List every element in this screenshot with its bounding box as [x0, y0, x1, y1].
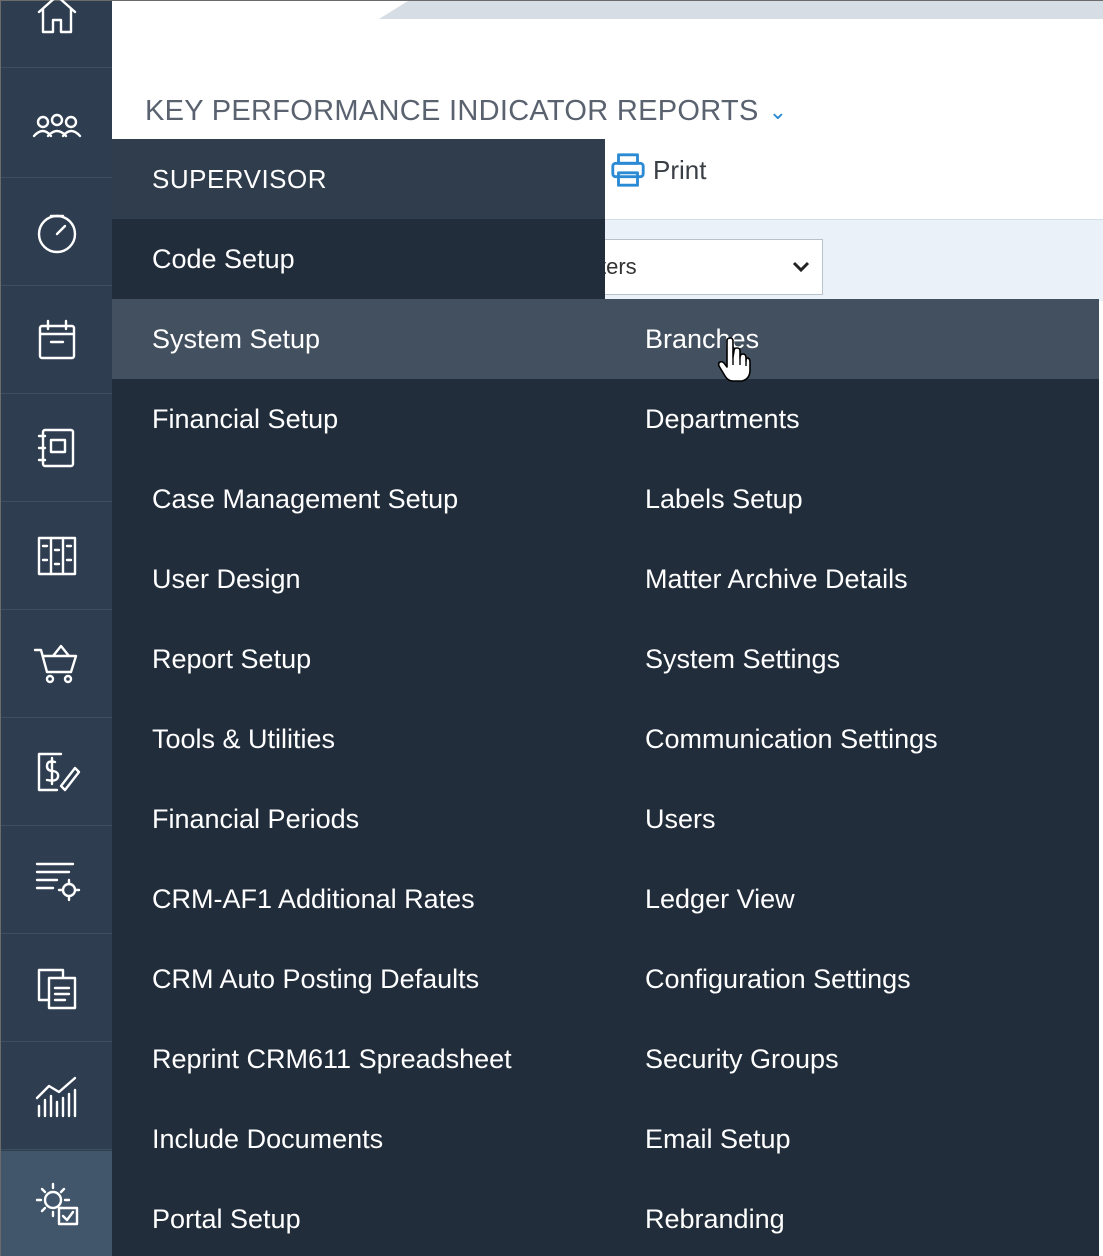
billing-icon — [37, 752, 80, 792]
submenu-item-system-settings[interactable]: System Settings — [645, 619, 840, 699]
settings-list-icon — [35, 862, 80, 902]
menu-item-system-setup[interactable]: System Setup — [152, 299, 320, 379]
hand-cursor-icon — [717, 337, 751, 382]
page-title[interactable]: KEY PERFORMANCE INDICATOR REPORTS ⌄ — [145, 95, 787, 128]
menu-row: System Setup Branches — [112, 299, 1099, 379]
top-strip — [379, 1, 1103, 19]
menu-item-reprint-crm611-spreadsheet[interactable]: Reprint CRM611 Spreadsheet — [152, 1019, 512, 1099]
dashboard-icon — [37, 214, 76, 254]
left-rail — [1, 0, 112, 1256]
menu-item-crm-auto-posting-defaults[interactable]: CRM Auto Posting Defaults — [152, 939, 479, 1019]
rail-item-address-book[interactable] — [1, 395, 112, 502]
menu-row: Report Setup System Settings — [112, 619, 1099, 699]
rail-item-billing[interactable] — [1, 719, 112, 826]
menu-item-financial-setup[interactable]: Financial Setup — [152, 379, 338, 459]
menu-row: CRM-AF1 Additional Rates Ledger View — [112, 859, 1099, 939]
documents-icon — [37, 968, 76, 1010]
menu-item-label: Code Setup — [152, 243, 295, 274]
menu-row: Reprint CRM611 Spreadsheet Security Grou… — [112, 1019, 1099, 1099]
submenu-item-users[interactable]: Users — [645, 779, 716, 859]
menu-item-financial-periods[interactable]: Financial Periods — [152, 779, 359, 859]
rail-item-supervisor[interactable] — [1, 1151, 112, 1256]
menu-item-portal-setup[interactable]: Portal Setup — [152, 1179, 301, 1256]
submenu-item-ledger-view[interactable]: Ledger View — [645, 859, 795, 939]
menu-item-include-documents[interactable]: Include Documents — [152, 1099, 383, 1179]
chevron-down-icon[interactable]: ⌄ — [769, 99, 788, 125]
clients-icon — [32, 113, 81, 138]
submenu-item-communication-settings[interactable]: Communication Settings — [645, 699, 938, 779]
menu-row: Financial Setup Departments — [112, 379, 1099, 459]
menu-row: Tools & Utilities Communication Settings — [112, 699, 1099, 779]
rail-item-reports-chart[interactable] — [1, 1043, 112, 1150]
menu-row: Portal Setup Rebranding — [112, 1179, 1099, 1256]
rail-item-calendar[interactable] — [1, 287, 112, 394]
menu-item-tools-utilities[interactable]: Tools & Utilities — [152, 699, 335, 779]
rail-item-dashboard[interactable] — [1, 179, 112, 286]
reports-chart-icon — [35, 1076, 76, 1118]
menu-row: CRM Auto Posting Defaults Configuration … — [112, 939, 1099, 1019]
menu-row: Financial Periods Users — [112, 779, 1099, 859]
supervisor-gear-icon — [35, 1182, 78, 1226]
menu-header: SUPERVISOR — [112, 139, 605, 219]
submenu-item-configuration-settings[interactable]: Configuration Settings — [645, 939, 911, 1019]
submenu-item-labels-setup[interactable]: Labels Setup — [645, 459, 803, 539]
rail-item-library[interactable] — [1, 503, 112, 610]
library-icon — [37, 536, 76, 576]
menu-item-case-management-setup[interactable]: Case Management Setup — [152, 459, 458, 539]
address-book-icon — [37, 428, 74, 468]
menu-item-crm-af1-additional-rates[interactable]: CRM-AF1 Additional Rates — [152, 859, 475, 939]
menu-row: User Design Matter Archive Details — [112, 539, 1099, 619]
submenu-item-email-setup[interactable]: Email Setup — [645, 1099, 791, 1179]
submenu-item-rebranding[interactable]: Rebranding — [645, 1179, 785, 1256]
rail-item-clients[interactable] — [1, 71, 112, 178]
page-title-text: KEY PERFORMANCE INDICATOR REPORTS — [145, 95, 759, 127]
menu-item-code-setup[interactable]: Code Setup — [112, 219, 605, 299]
submenu-item-matter-archive-details[interactable]: Matter Archive Details — [645, 539, 908, 619]
home-icon — [37, 0, 76, 34]
rail-item-home[interactable] — [1, 0, 112, 68]
menu-item-report-setup[interactable]: Report Setup — [152, 619, 311, 699]
rail-item-documents[interactable] — [1, 935, 112, 1042]
menu-row: Include Documents Email Setup — [112, 1099, 1099, 1179]
calendar-icon — [38, 319, 75, 360]
menu-item-user-design[interactable]: User Design — [152, 539, 301, 619]
submenu-item-security-groups[interactable]: Security Groups — [645, 1019, 839, 1099]
rail-item-settings-list[interactable] — [1, 827, 112, 934]
supervisor-menu: SUPERVISOR Code Setup System Setup Branc… — [112, 139, 1099, 1256]
rail-item-cart[interactable] — [1, 611, 112, 718]
submenu-item-departments[interactable]: Departments — [645, 379, 800, 459]
cart-icon — [33, 644, 77, 684]
menu-body: System Setup Branches Financial Setup De… — [112, 299, 1099, 1256]
menu-row: Case Management Setup Labels Setup — [112, 459, 1099, 539]
